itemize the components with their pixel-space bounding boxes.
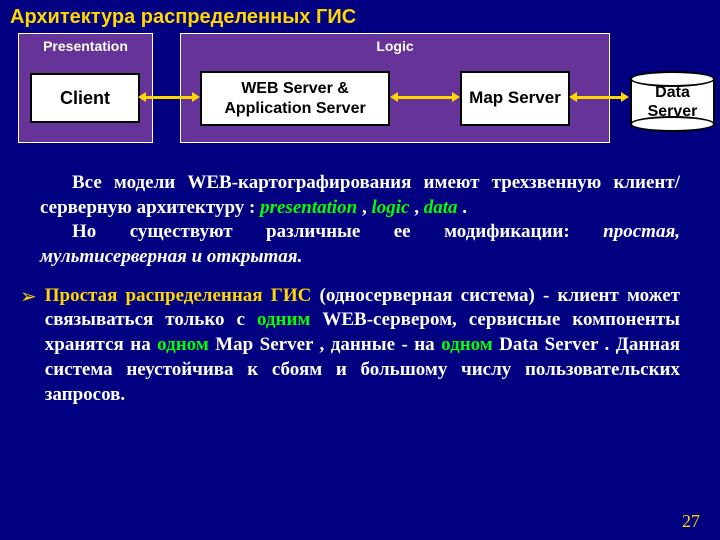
- bullet-simple-gis: ➢ Простая распределенная ГИС (односервер…: [0, 270, 720, 407]
- page-number: 27: [682, 511, 700, 532]
- paragraph-architecture: Все модели WEB-картографирования имеют т…: [0, 153, 720, 270]
- logic-label: Logic: [181, 34, 609, 58]
- bullet-icon: ➢: [20, 284, 45, 407]
- architecture-diagram: Presentation Logic Client WEB Server & A…: [10, 33, 710, 153]
- data-server-label: Data Server: [630, 83, 715, 121]
- client-node: Client: [30, 73, 140, 123]
- slide-title: Архитектура распределенных ГИС: [0, 0, 720, 33]
- data-server-node: Data Server: [630, 71, 715, 126]
- arrow-map-data: [575, 96, 623, 99]
- web-app-server-node: WEB Server & Application Server: [200, 71, 390, 126]
- presentation-label: Presentation: [19, 34, 152, 58]
- arrow-web-map: [396, 96, 454, 99]
- arrow-client-web: [144, 96, 194, 99]
- map-server-node: Map Server: [460, 71, 570, 126]
